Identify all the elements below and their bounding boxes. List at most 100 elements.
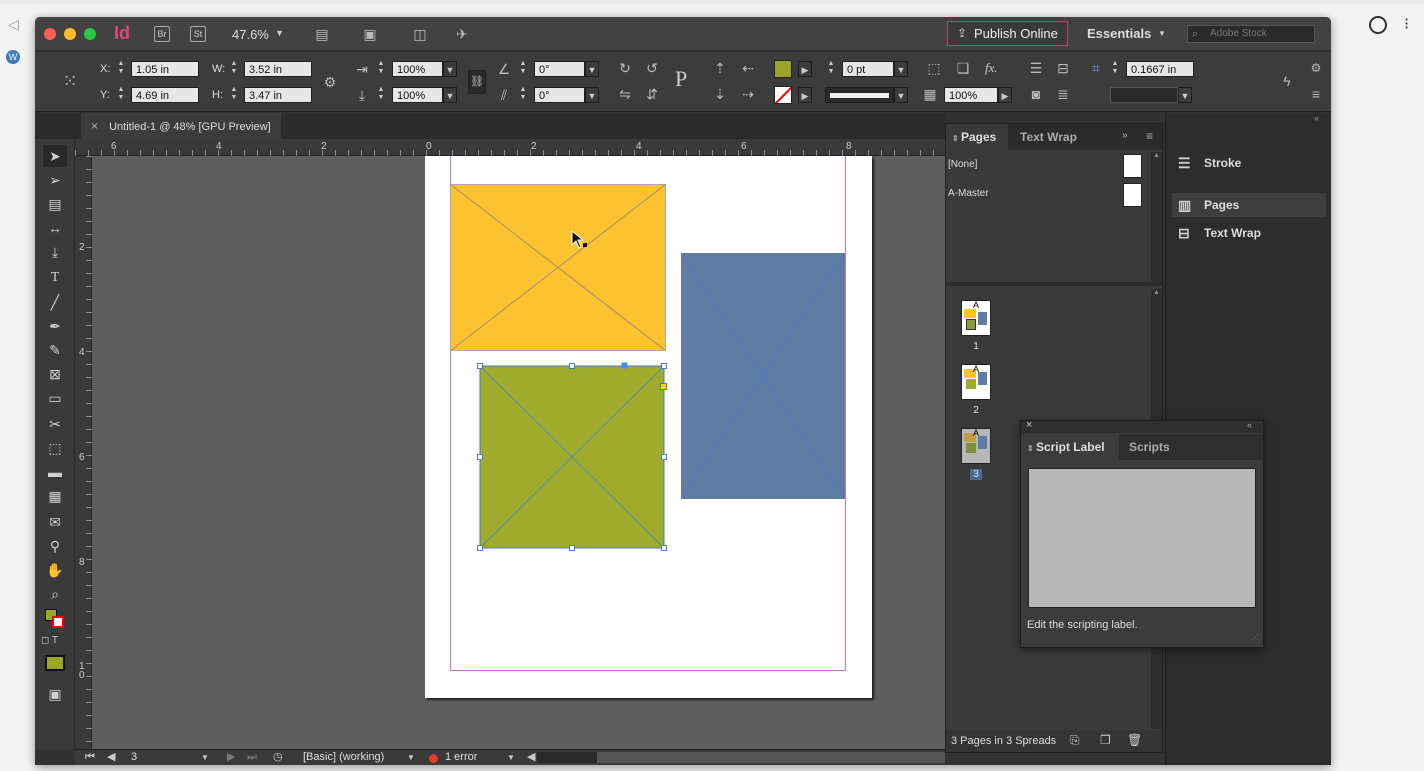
panel-menu-icon[interactable]: ≡ xyxy=(1146,129,1153,143)
dock-item-pages[interactable]: ▥ Pages xyxy=(1172,193,1326,217)
control-settings-icon[interactable]: ⚙ xyxy=(1307,59,1325,77)
errors-dropdown-icon[interactable]: ▼ xyxy=(507,750,515,765)
hand-tool-icon[interactable]: ✋ xyxy=(43,559,67,581)
more-icon[interactable]: ⁝ xyxy=(1404,14,1409,34)
last-page-icon[interactable]: ⏭ xyxy=(247,750,257,765)
scripts-tab[interactable]: Scripts xyxy=(1129,434,1170,460)
preflight-dropdown-icon[interactable]: ▼ xyxy=(407,750,415,765)
first-page-icon[interactable]: ⏮ xyxy=(85,750,95,765)
pages-tab[interactable]: ⇕ Pages xyxy=(946,124,1008,150)
previous-page-icon[interactable]: ◀ xyxy=(107,750,115,765)
object-style-dropdown[interactable]: ▼ xyxy=(1178,87,1192,103)
select-container-icon[interactable]: ⇡ xyxy=(711,59,729,77)
handle-top-left[interactable] xyxy=(477,363,483,369)
page-dropdown-icon[interactable]: ▼ xyxy=(201,750,209,765)
delete-page-icon[interactable]: 🗑 xyxy=(1127,733,1142,747)
wordpress-icon[interactable]: W xyxy=(6,50,20,64)
free-transform-tool-icon[interactable]: ⬚ xyxy=(43,437,67,459)
h-stepper[interactable]: ▲ ▼ xyxy=(228,86,240,104)
scale-x-stepper[interactable]: ▲ ▼ xyxy=(375,60,387,78)
select-previous-icon[interactable]: ⇠ xyxy=(739,59,757,77)
master-none[interactable]: [None] xyxy=(948,154,1144,184)
next-page-icon[interactable]: ▶ xyxy=(227,750,235,765)
object-style-field[interactable] xyxy=(1110,87,1178,103)
horizontal-scroll-thumb[interactable] xyxy=(597,752,945,763)
rotate-dropdown[interactable]: ▼ xyxy=(585,61,599,77)
h-field[interactable]: 3.47 in xyxy=(244,87,312,103)
page-tool-icon[interactable]: ▤ xyxy=(43,193,67,215)
control-menu-icon[interactable]: ≡ xyxy=(1307,85,1325,103)
close-tab-icon[interactable]: × xyxy=(91,119,98,133)
page-thumb-3[interactable]: A 3 xyxy=(961,428,991,480)
handle-middle-left[interactable] xyxy=(477,454,483,460)
rectangle-tool-icon[interactable]: ▭ xyxy=(43,387,67,409)
text-wrap-bbox-icon[interactable]: ⊟ xyxy=(1054,59,1072,77)
scale-x-dropdown[interactable]: ▼ xyxy=(443,61,457,77)
fill-dropdown[interactable]: ▶ xyxy=(798,61,812,77)
publish-online-button[interactable]: ⇪ Publish Online xyxy=(947,21,1068,46)
handle-top-right[interactable] xyxy=(661,363,667,369)
pen-tool-icon[interactable]: ✒ xyxy=(43,315,67,337)
select-next-icon[interactable]: ⇢ xyxy=(739,85,757,103)
document-page[interactable] xyxy=(425,156,872,698)
gradient-feather-tool-icon[interactable]: ▦ xyxy=(43,485,67,507)
stock-search-field[interactable]: ⌕ Adobe Stock xyxy=(1187,25,1315,43)
offset-stepper[interactable]: ▲ ▼ xyxy=(1109,60,1121,78)
document-tab[interactable]: × Untitled-1 @ 48% [GPU Preview] xyxy=(81,113,281,139)
reference-point-icon[interactable]: ⁙ xyxy=(61,72,79,90)
publish-rocket-icon[interactable]: ✈ xyxy=(453,25,471,43)
dock-collapse-icon[interactable]: « xyxy=(1314,113,1319,123)
pencil-tool-icon[interactable]: ✎ xyxy=(43,339,67,361)
page-thumb-2[interactable]: A 2 xyxy=(961,364,991,416)
horizontal-scrollbar[interactable] xyxy=(537,752,945,763)
flip-vertical-icon[interactable]: ⇵ xyxy=(643,85,661,103)
scale-y-stepper[interactable]: ▲ ▼ xyxy=(375,86,387,104)
link-scale-icon[interactable]: ⛓ xyxy=(468,70,486,94)
close-panel-icon[interactable]: × xyxy=(1026,419,1032,431)
stroke-weight-stepper[interactable]: ▲ ▼ xyxy=(825,60,837,78)
content-collector-icon[interactable]: ⤓ xyxy=(43,241,67,263)
opacity-field[interactable]: 100% xyxy=(944,87,998,103)
frame-fitting-icon[interactable]: ⌗ xyxy=(1087,59,1105,77)
stroke-dropdown[interactable]: ▶ xyxy=(798,87,812,103)
master-a[interactable]: A-Master xyxy=(948,183,1144,213)
select-content-icon[interactable]: ⇣ xyxy=(711,85,729,103)
preflight-profile[interactable]: [Basic] (working) xyxy=(303,750,384,765)
note-tool-icon[interactable]: ✉ xyxy=(43,511,67,533)
w-field[interactable]: 3.52 in xyxy=(244,61,312,77)
new-page-icon[interactable]: ❐ xyxy=(1100,733,1111,747)
formatting-container-icon[interactable]: ◻ T xyxy=(41,635,58,646)
rotate-stepper[interactable]: ▲ ▼ xyxy=(517,60,529,78)
text-wrap-shape-icon[interactable]: ◙ xyxy=(1027,85,1045,103)
stroke-weight-dropdown[interactable]: ▼ xyxy=(894,61,908,77)
live-corner-handle[interactable] xyxy=(660,383,667,390)
x-field[interactable]: 1.05 in xyxy=(131,61,199,77)
screen-mode-icon[interactable]: ▣ xyxy=(361,25,379,43)
handle-middle-right[interactable] xyxy=(661,454,667,460)
gap-tool-icon[interactable]: ↔ xyxy=(43,217,67,239)
minimize-window-button[interactable] xyxy=(64,28,76,40)
rectangle-frame-tool-icon[interactable]: ⊠ xyxy=(43,363,67,385)
constrain-proportions-icon[interactable]: ⚙ xyxy=(321,73,339,91)
scale-y-field[interactable]: 100% xyxy=(392,87,443,103)
zoom-window-button[interactable] xyxy=(84,28,96,40)
account-icon[interactable] xyxy=(1369,16,1387,34)
rotate-field[interactable]: 0° xyxy=(534,61,585,77)
x-stepper[interactable]: ▲ ▼ xyxy=(115,60,127,78)
rotate-ccw-icon[interactable]: ↺ xyxy=(643,59,661,77)
text-wrap-tab[interactable]: Text Wrap xyxy=(1020,124,1077,150)
zoom-dropdown-icon[interactable]: ▼ xyxy=(275,28,284,38)
stock-button[interactable]: St xyxy=(190,26,206,42)
w-stepper[interactable]: ▲ ▼ xyxy=(228,60,240,78)
quick-apply-icon[interactable]: ϟ xyxy=(1278,72,1296,90)
page-number-field[interactable]: 3 xyxy=(131,750,137,765)
fill-swatch[interactable] xyxy=(774,60,792,78)
preflight-errors[interactable]: 1 error xyxy=(445,750,477,765)
edit-page-size-icon[interactable]: ⎘ xyxy=(1070,733,1080,748)
shear-dropdown[interactable]: ▼ xyxy=(585,87,599,103)
collapse-panel-icon[interactable]: » xyxy=(1122,130,1128,141)
type-tool-icon[interactable]: T xyxy=(43,267,67,289)
direct-selection-tool-icon[interactable]: ➢ xyxy=(43,169,67,191)
stroke-weight-field[interactable]: 0 pt xyxy=(842,61,894,77)
script-panel-header[interactable]: × « xyxy=(1021,419,1263,433)
